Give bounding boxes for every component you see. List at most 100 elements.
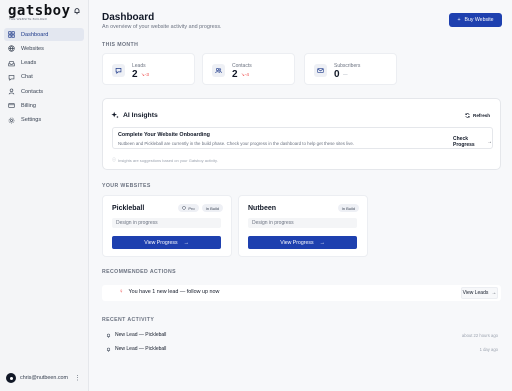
ai-insights-title: AI Insights [111,111,158,119]
user-email: chris@nutbeen.com [20,375,69,381]
website-card-nutbeen: Nutbeen In Build Design in progress View… [238,195,368,257]
message-icon [112,64,125,77]
activity-text: New Lead — Pickleball [115,346,167,352]
ai-note-text: Insights are suggestions based on your G… [118,157,218,163]
sidebar-item-label: Dashboard [21,31,49,38]
user-icon [8,88,15,95]
sidebar: gatsboy THE WEBSITE BUILDER Dashboard We… [0,0,89,391]
your-websites-label: YOUR WEBSITES [102,183,151,189]
main-content: Dashboard An overview of your website ac… [90,0,512,391]
view-leads-button[interactable]: View Leads → [461,287,498,299]
card-icon [8,103,15,109]
recommended-action: ♀ You have 1 new lead — follow up now Vi… [102,285,501,301]
buy-website-button[interactable]: + Buy Website [449,13,502,27]
sidebar-item-billing[interactable]: Billing [4,99,84,112]
sidebar-item-label: Billing [21,102,36,109]
activity-time: about 22 hours ago [461,333,498,338]
brand-logo[interactable]: gatsboy THE WEBSITE BUILDER [8,3,71,21]
avatar [6,373,16,383]
shield-icon [182,206,187,210]
arrow-right-icon: → [487,139,492,145]
insight-title: Complete Your Website Onboarding [118,132,210,138]
website-name: Nutbeen [248,205,276,212]
recommended-action-text: ♀ You have 1 new lead — follow up now [119,289,219,295]
pro-badge-label: Pro [188,205,195,211]
view-progress-button[interactable]: View Progress → [112,236,221,249]
sparkles-icon [111,111,119,119]
users-icon [212,64,225,77]
activity-item: New Lead — Pickleball about 22 hours ago [106,332,498,341]
dashboard-icon [8,31,15,38]
view-progress-label: View Progress [144,239,178,246]
insight-item: Complete Your Website Onboarding Nutbeen… [112,127,493,149]
chat-icon [8,74,15,81]
ai-insights-title-text: AI Insights [123,111,158,119]
website-badges: In Build [337,204,359,212]
page-title: Dashboard [102,12,155,23]
activity-time: 1 day ago [479,347,498,352]
view-progress-button[interactable]: View Progress → [248,236,357,249]
bell-icon [106,347,111,351]
sidebar-item-dashboard[interactable]: Dashboard [4,28,84,41]
stat-delta: ↘-4 [241,72,249,77]
ai-note: ⓘ Insights are suggestions based on your… [112,157,218,163]
status-badge: In Build [201,204,223,212]
page-subtitle: An overview of your website activity and… [102,24,222,30]
stat-value: 2 [232,69,238,80]
more-vertical-icon[interactable]: ⋮ [74,375,81,382]
sidebar-item-label: Contacts [21,88,44,95]
stat-card-contacts: Contacts 2 ↘-4 [202,53,295,85]
recommended-text: You have 1 new lead — follow up now [128,289,220,295]
website-card-pickleball: Pickleball Pro In Build Design in progre… [102,195,232,257]
arrow-right-icon: → [491,290,497,296]
website-status: Design in progress [248,218,357,228]
globe-icon [8,45,15,52]
this-month-label: THIS MONTH [102,42,139,48]
stat-value: 0 [334,69,340,80]
plus-icon: + [457,17,461,23]
pro-badge: Pro [178,204,199,212]
activity-item: New Lead — Pickleball 1 day ago [106,346,498,355]
sidebar-item-label: Chat [21,74,33,81]
sidebar-item-label: Websites [21,45,44,52]
sidebar-item-contacts[interactable]: Contacts [4,85,84,98]
view-progress-label: View Progress [280,239,314,246]
bell-icon [106,333,111,337]
sidebar-item-leads[interactable]: Leads [4,57,84,70]
arrow-right-icon: → [183,239,189,246]
stat-card-leads: Leads 2 ↘-3 [102,53,195,85]
stat-delta: ↘-3 [141,72,149,77]
sidebar-item-chat[interactable]: Chat [4,71,84,84]
status-badge: In Build [337,204,359,212]
sidebar-item-websites[interactable]: Websites [4,42,84,55]
stat-card-subscribers: Subscribers 0 — [304,53,397,85]
recent-activity-label: RECENT ACTIVITY [102,317,155,323]
ai-insights-card: AI Insights Refresh Complete Your Websit… [102,98,501,170]
stat-value: 2 [132,69,138,80]
sidebar-item-settings[interactable]: Settings [4,114,84,127]
arrow-right-icon: → [319,239,325,246]
mail-icon [314,64,327,77]
view-leads-label: View Leads [462,290,489,296]
check-progress-button[interactable]: Check Progress → [453,136,492,148]
lightbulb-icon: ♀ [119,289,124,295]
brand-name: gatsboy [8,3,71,19]
website-status: Design in progress [112,218,221,228]
brand-tagline: THE WEBSITE BUILDER [9,17,47,21]
website-badges: Pro In Build [178,204,223,212]
gear-icon [8,117,15,124]
refresh-button[interactable]: Refresh [465,113,490,118]
sidebar-item-label: Leads [21,60,37,67]
bell-icon[interactable] [73,7,81,15]
sidebar-nav: Dashboard Websites Leads Chat Contacts B… [4,28,84,128]
user-menu[interactable]: chris@nutbeen.com ⋮ [6,372,84,384]
insight-text: Nutbeen and Pickleball are currently in … [118,141,355,146]
website-name: Pickleball [112,205,145,212]
inbox-icon [8,60,15,66]
check-progress-label: Check Progress [453,136,475,148]
recommended-actions-label: RECOMMENDED ACTIONS [102,269,176,275]
activity-text: New Lead — Pickleball [115,332,167,338]
sidebar-item-label: Settings [21,117,42,124]
refresh-icon [465,113,470,118]
stat-delta: — [343,72,348,77]
